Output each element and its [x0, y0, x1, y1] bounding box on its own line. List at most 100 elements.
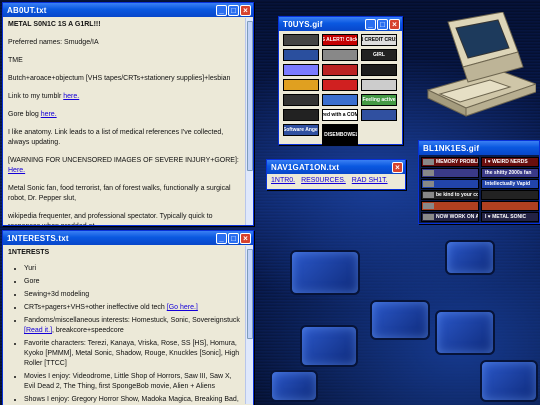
toy-badge[interactable]: Recovered with a COMPUTER [322, 109, 358, 121]
close-button[interactable]: × [389, 18, 400, 30]
background-crt-tv [480, 360, 538, 402]
navigation-window-title: NAV1GAT1ON.txt [271, 162, 340, 172]
toy-badge[interactable] [361, 64, 397, 76]
warning-line: [WARNING FOR UNCENSORED IMAGES OF SEVERE… [8, 157, 239, 174]
blinkies-window-title: BL1NK1ES.gif [423, 143, 480, 153]
interest-link[interactable]: [Read it.] [24, 327, 52, 334]
blinkie-stamp[interactable] [421, 179, 479, 189]
interests-scrollbar-thumb[interactable] [247, 249, 253, 339]
toy-badge[interactable] [283, 49, 319, 61]
minimize-button[interactable]: _ [216, 232, 227, 244]
about-scrollbar-thumb[interactable] [247, 21, 253, 171]
blinkie-stamp[interactable]: MEMORY PROBLEMS [421, 157, 479, 167]
toys-window-titlebar[interactable]: T0UYS.gif _ □ × [279, 17, 402, 31]
about-window: AB0UT.txt _ □ × METAL S0N1C 1S A G1RL!!!… [2, 2, 254, 226]
toy-badge[interactable] [322, 64, 358, 76]
identity-text: Butch+aroace+objectum [VHS tapes/CRTs+st… [8, 75, 231, 82]
blinkie-stamp[interactable]: Intellectually Vapid [481, 179, 539, 189]
interests-scrollbar[interactable] [245, 246, 253, 404]
minimize-button[interactable]: _ [365, 18, 376, 30]
blinkie-icon [423, 170, 434, 176]
navigation-window: NAV1GAT1ON.txt × 1NTR0. RES0URCES. RAD S… [266, 159, 406, 190]
interest-item: Movies I enjoy: Videodrome, Little Shop … [24, 372, 241, 392]
tumblr-link[interactable]: here. [63, 93, 79, 100]
blinkie-icon [423, 203, 434, 209]
interest-item: Favorite characters: Terezi, Kanaya, Vri… [24, 339, 241, 369]
toy-badge[interactable] [322, 94, 358, 106]
blinkie-stamp[interactable] [421, 201, 479, 211]
toy-badge[interactable]: I WILL DISEMBOWEL YOU! [322, 124, 358, 146]
toys-window-title: T0UYS.gif [283, 19, 323, 29]
nav-link-intro[interactable]: 1NTR0. [271, 177, 295, 184]
minimize-button[interactable]: _ [216, 4, 227, 16]
toy-badge[interactable]: Software Angel [283, 124, 319, 136]
background-crt-tv [270, 370, 318, 402]
blinkie-stamp[interactable] [481, 190, 539, 200]
blinkie-icon [423, 159, 434, 165]
anatomy-text: I like anatomy. Link leads to a list of … [8, 129, 224, 146]
interests-list: Yuri Gore Sewing+3d modeling CRTs+pagers+VH… [8, 264, 241, 405]
close-button[interactable]: × [240, 232, 251, 244]
background-crt-tv [290, 250, 360, 295]
about-window-titlebar[interactable]: AB0UT.txt _ □ × [3, 3, 253, 17]
navigation-window-titlebar[interactable]: NAV1GAT1ON.txt × [267, 160, 405, 174]
toy-badge[interactable] [283, 79, 319, 91]
blinkie-icon [423, 214, 434, 220]
blinkie-stamp[interactable]: NOW WORK ON A COMPUTER [421, 212, 479, 222]
interest-item: Gore [24, 277, 241, 287]
toys-badge-grid: VIRUS ALERT! Click HereON CREDIT CRUSH GI… [279, 31, 402, 146]
about-heading: METAL S0N1C 1S A G1RL!!! [8, 21, 101, 28]
metal-sonic-text: Metal Sonic fan, food terrorist, fan of … [8, 185, 231, 202]
toy-badge[interactable]: ON CREDIT CRUSH [361, 34, 397, 46]
toy-badge[interactable]: VIRUS ALERT! Click Here [322, 34, 358, 46]
toy-badge[interactable]: GIRL [361, 49, 397, 61]
nav-link-resources[interactable]: RES0URCES. [301, 177, 346, 184]
maximize-button[interactable]: □ [377, 18, 388, 30]
toy-badge[interactable]: Feeling active [361, 94, 397, 106]
blinkies-window: BL1NK1ES.gif MEMORY PROBLEMSI ♥ WEIRD NE… [418, 140, 540, 224]
toy-badge[interactable] [361, 79, 397, 91]
toy-badge[interactable] [283, 34, 319, 46]
interest-link[interactable]: [Go here.] [167, 304, 198, 311]
about-content: METAL S0N1C 1S A G1RL!!! Preferred names… [3, 17, 253, 225]
close-button[interactable]: × [392, 161, 403, 173]
warning-link[interactable]: Here. [8, 167, 25, 174]
blinkie-icon [423, 181, 434, 187]
interests-window: 1NTERESTS.txt _ □ × 1NTERESTS Yuri Gore Se… [2, 230, 254, 405]
gore-blog-link[interactable]: here. [41, 111, 57, 118]
toy-badge[interactable] [322, 79, 358, 91]
toys-window: T0UYS.gif _ □ × VIRUS ALERT! Click HereO… [278, 16, 403, 146]
blinkie-stamp[interactable]: I ♥ WEIRD NERDS [481, 157, 539, 167]
background-crt-tv [435, 310, 495, 355]
maximize-button[interactable]: □ [228, 232, 239, 244]
tme-text: TME [8, 57, 23, 64]
interests-window-titlebar[interactable]: 1NTERESTS.txt _ □ × [3, 231, 253, 245]
interests-window-title: 1NTERESTS.txt [7, 233, 69, 243]
tumblr-line: Link to my tumblr here. [8, 93, 80, 100]
blinkie-stamp[interactable] [481, 201, 539, 211]
interest-item: Yuri [24, 264, 241, 274]
navigation-links: 1NTR0. RES0URCES. RAD SH1T. [267, 174, 405, 188]
close-button[interactable]: × [240, 4, 251, 16]
blinkies-grid: MEMORY PROBLEMSI ♥ WEIRD NERDSthe shitty… [419, 155, 539, 223]
toy-badge[interactable] [283, 94, 319, 106]
toy-badge[interactable] [322, 49, 358, 61]
blinkie-stamp[interactable]: be kind to your computer [421, 190, 479, 200]
retro-computer-image [418, 11, 538, 122]
blinkie-icon [423, 192, 434, 198]
toy-badge[interactable] [283, 109, 319, 121]
nav-link-rad-shit[interactable]: RAD SH1T. [352, 177, 388, 184]
interest-item: Shows I enjoy: Gregory Horror Show, Mado… [24, 395, 241, 405]
blinkie-stamp[interactable] [421, 168, 479, 178]
blinkies-window-titlebar[interactable]: BL1NK1ES.gif [419, 141, 539, 155]
preferred-names: Preferred names: Smudge/IA [8, 39, 99, 46]
maximize-button[interactable]: □ [228, 4, 239, 16]
about-scrollbar[interactable] [245, 18, 253, 225]
blinkie-stamp[interactable]: I ♥ METAL SONIC [481, 212, 539, 222]
toy-badge[interactable] [361, 109, 397, 121]
interest-item: Fandoms/miscellaneous interests: Homestu… [24, 316, 241, 336]
interest-item: Sewing+3d modeling [24, 290, 241, 300]
toy-badge[interactable] [283, 64, 319, 76]
blinkie-stamp[interactable]: the shitty 2000s fan [481, 168, 539, 178]
gore-blog-line: Gore blog here. [8, 111, 57, 118]
